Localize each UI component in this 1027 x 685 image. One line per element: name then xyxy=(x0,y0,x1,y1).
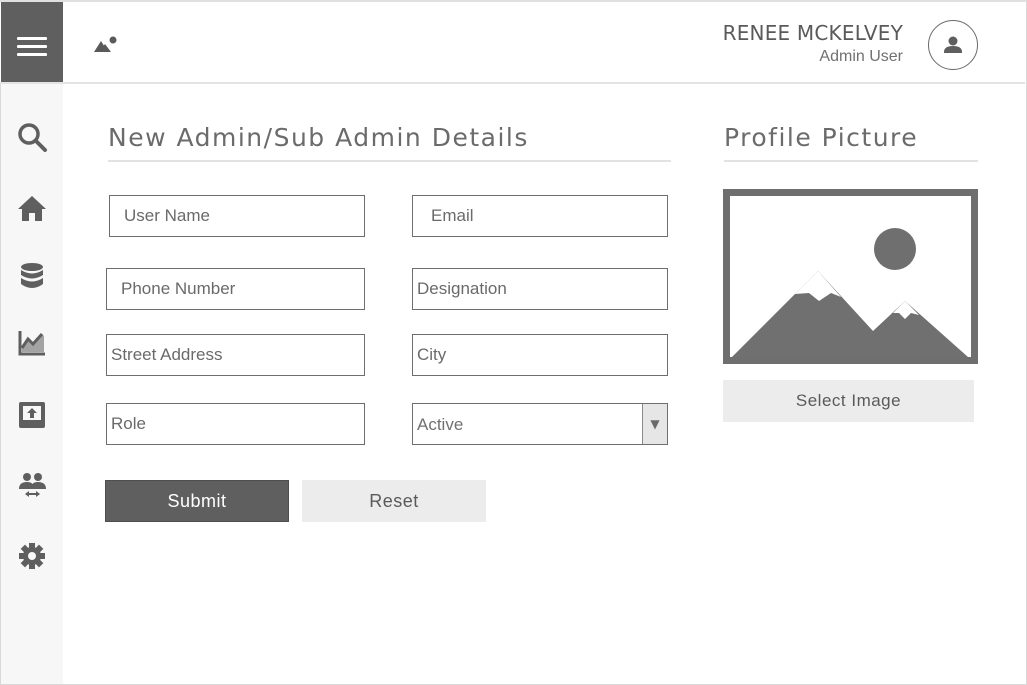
select-image-button[interactable]: Select Image xyxy=(723,380,974,422)
role-input[interactable] xyxy=(106,403,365,445)
line-chart-icon xyxy=(18,330,46,360)
database-icon xyxy=(19,262,45,294)
street-address-input[interactable] xyxy=(106,334,365,376)
sidebar-item-database[interactable] xyxy=(15,261,49,295)
sidebar xyxy=(1,84,63,684)
upload-box-icon xyxy=(18,401,46,433)
image-placeholder-icon xyxy=(723,189,978,364)
reset-button[interactable]: Reset xyxy=(302,480,486,522)
user-name-input[interactable] xyxy=(109,195,365,237)
user-name: RENEE MCKELVEY xyxy=(722,21,903,45)
status-select[interactable]: Active ▼ xyxy=(412,403,668,445)
sidebar-item-analytics[interactable] xyxy=(15,328,49,362)
profile-title-divider xyxy=(724,160,978,162)
user-transfer-icon xyxy=(17,471,47,505)
user-role: Admin User xyxy=(819,48,903,65)
chevron-down-icon: ▼ xyxy=(642,404,667,444)
phone-number-input[interactable] xyxy=(106,268,365,310)
profile-title: Profile Picture xyxy=(724,123,919,152)
sidebar-item-settings[interactable] xyxy=(15,541,49,575)
gear-icon xyxy=(18,542,46,574)
form-title: New Admin/Sub Admin Details xyxy=(108,123,529,152)
status-select-value: Active xyxy=(417,415,464,434)
email-input[interactable] xyxy=(412,195,668,237)
search-icon xyxy=(16,121,48,157)
home-icon xyxy=(17,194,47,226)
top-header: RENEE MCKELVEY Admin User xyxy=(0,2,1025,84)
sidebar-item-search[interactable] xyxy=(15,122,49,156)
submit-button[interactable]: Submit xyxy=(105,480,289,522)
sidebar-item-users[interactable] xyxy=(15,471,49,505)
mountain-logo-icon xyxy=(94,36,118,56)
form-title-divider xyxy=(108,160,671,162)
city-input[interactable] xyxy=(412,334,668,376)
sidebar-item-upload[interactable] xyxy=(15,400,49,434)
sidebar-item-home[interactable] xyxy=(15,193,49,227)
user-avatar-icon[interactable] xyxy=(928,20,978,70)
hamburger-menu-button[interactable] xyxy=(1,2,63,82)
designation-input[interactable] xyxy=(412,268,668,310)
